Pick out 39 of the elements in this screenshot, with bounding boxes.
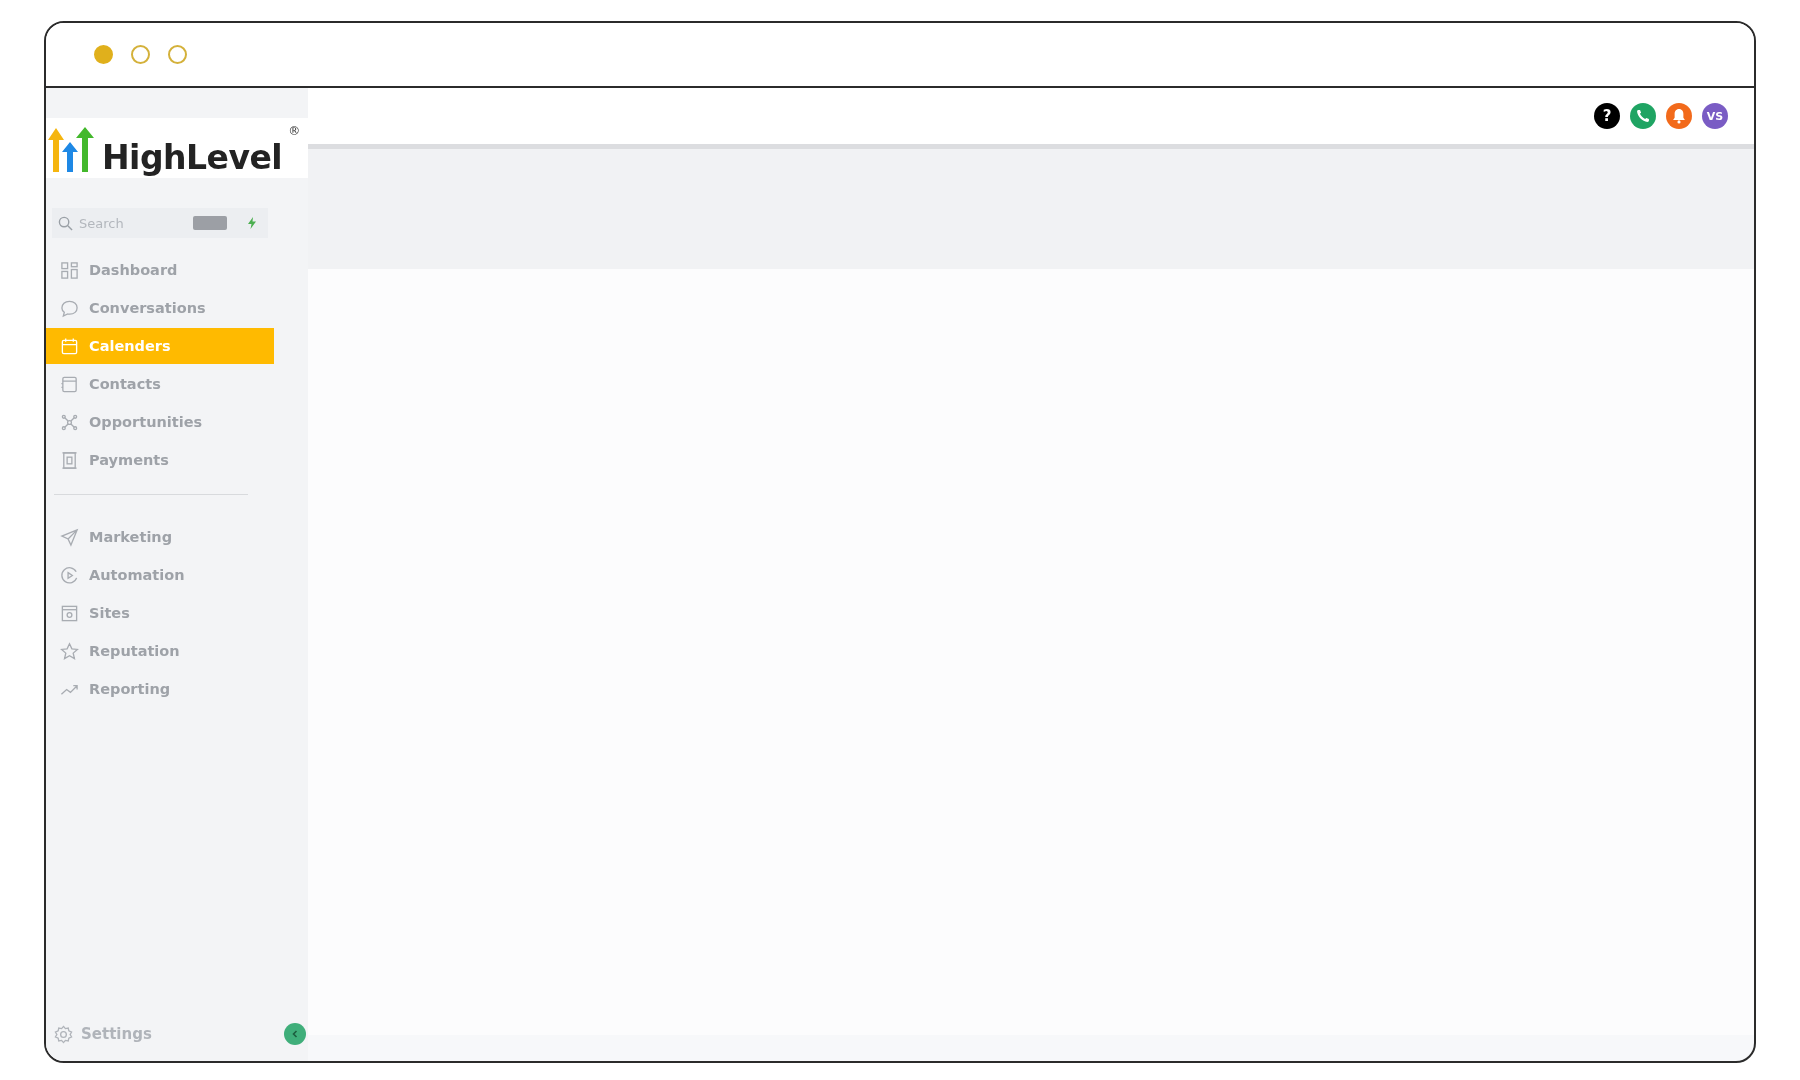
sidebar-item[interactable]: Calenders [46, 328, 274, 364]
search-input[interactable]: Search [77, 214, 189, 232]
chat-bubble-icon [60, 298, 79, 318]
play-circle-icon [60, 565, 79, 585]
receipt-icon [60, 450, 79, 470]
window-control-icon[interactable] [168, 45, 187, 64]
sidebar-item[interactable]: Opportunities [46, 404, 274, 440]
web-page-icon [60, 603, 79, 623]
search-field[interactable]: Search [52, 208, 268, 238]
registered-mark: ® [288, 124, 301, 138]
bell-icon[interactable] [1666, 103, 1692, 129]
user-avatar[interactable]: VS [1702, 103, 1728, 129]
paper-plane-icon [60, 527, 79, 547]
collapse-sidebar-icon[interactable] [284, 1023, 306, 1045]
phone-icon[interactable] [1630, 103, 1656, 129]
network-icon [60, 412, 79, 432]
sidebar-item[interactable]: Reporting [46, 671, 274, 707]
calendar-icon [60, 336, 79, 356]
grid-icon [60, 260, 79, 280]
sidebar-item[interactable]: Dashboard [46, 252, 274, 288]
help-button[interactable]: ? [1594, 103, 1620, 129]
sidebar-item[interactable]: Contacts [46, 366, 274, 402]
settings-icon [54, 1024, 73, 1044]
arrows-logo-icon [46, 126, 96, 174]
search-icon [58, 215, 73, 231]
lightning-icon[interactable] [247, 217, 257, 229]
sidebar-item[interactable]: Sites [46, 595, 274, 631]
logo-text: HighLevel [102, 141, 283, 174]
sidebar-item[interactable]: Reputation [46, 633, 274, 669]
sidebar-item[interactable]: Payments [46, 442, 274, 478]
sidebar-item[interactable]: Conversations [46, 290, 274, 326]
shortcut-badge [193, 216, 227, 230]
contact-card-icon [60, 374, 79, 394]
sidebar-item[interactable]: Marketing [46, 519, 274, 555]
sidebar-item[interactable]: Automation [46, 557, 274, 593]
settings-link[interactable]: Settings [54, 1024, 152, 1044]
star-icon [60, 641, 79, 661]
window-control-icon[interactable] [131, 45, 150, 64]
window-control-icon[interactable] [94, 45, 113, 64]
